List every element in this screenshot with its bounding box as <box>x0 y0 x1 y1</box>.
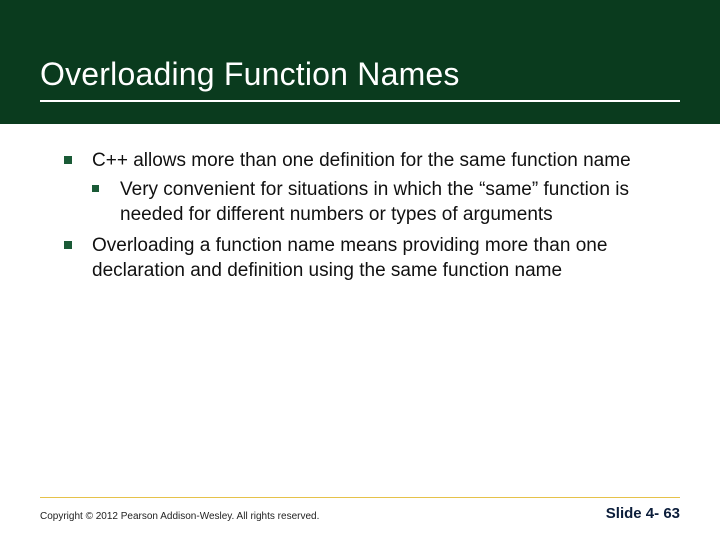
sub-bullet-list: Very convenient for situations in which … <box>92 177 656 227</box>
bullet-square-icon <box>64 241 72 249</box>
title-band: Overloading Function Names <box>0 0 720 124</box>
copyright-text: Copyright © 2012 Pearson Addison-Wesley.… <box>40 511 319 522</box>
footer: Copyright © 2012 Pearson Addison-Wesley.… <box>40 505 680 522</box>
bullet-list: C++ allows more than one definition for … <box>64 148 656 283</box>
content-area: C++ allows more than one definition for … <box>0 124 720 283</box>
footer-rule <box>40 497 680 498</box>
page-title: Overloading Function Names <box>40 56 460 93</box>
bullet-text: Overloading a function name means provid… <box>92 235 607 281</box>
list-item: Overloading a function name means provid… <box>64 233 656 283</box>
bullet-text: C++ allows more than one definition for … <box>92 150 631 171</box>
title-underline <box>40 100 680 102</box>
list-item: C++ allows more than one definition for … <box>64 148 656 227</box>
bullet-square-icon <box>64 156 72 164</box>
list-item: Very convenient for situations in which … <box>92 177 656 227</box>
bullet-square-icon <box>92 185 99 192</box>
slide-number: Slide 4- 63 <box>606 505 680 522</box>
bullet-text: Very convenient for situations in which … <box>120 179 629 225</box>
